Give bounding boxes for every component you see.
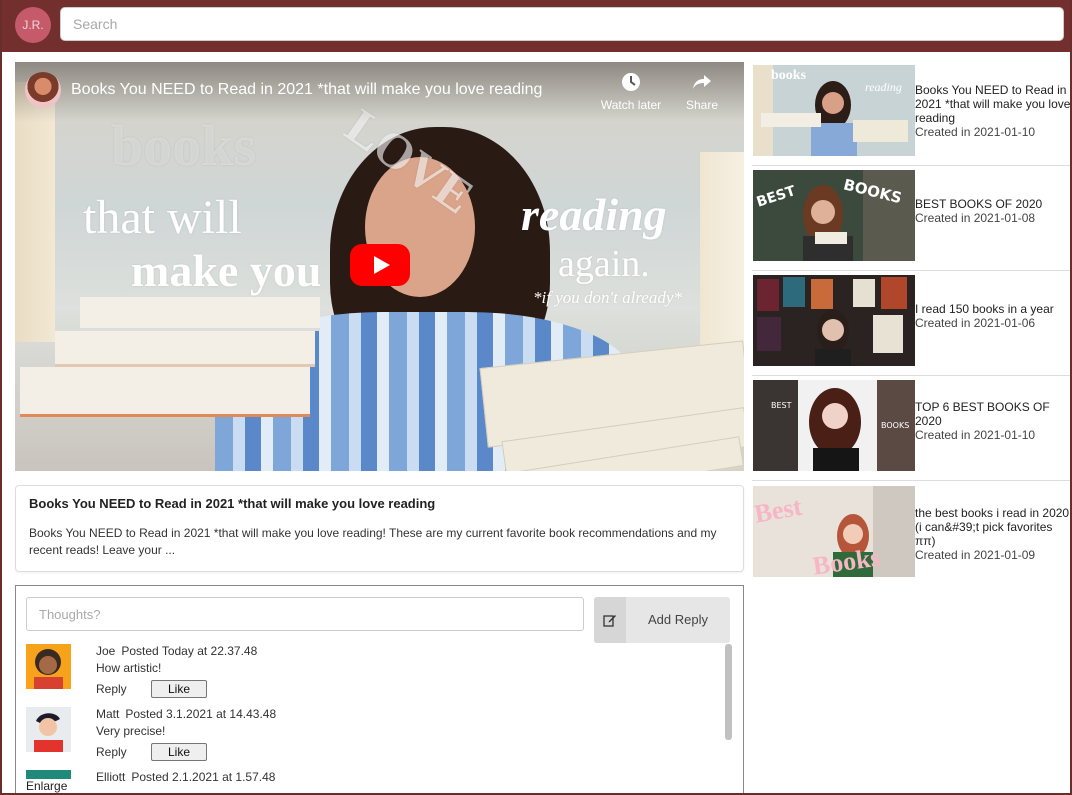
clock-icon [596, 72, 666, 92]
video-info-card: Books You NEED to Read in 2021 *that wil… [15, 485, 744, 572]
comment-reply-link[interactable]: Reply [96, 682, 127, 696]
comment-like-button[interactable]: Like [151, 743, 207, 761]
related-video-title: the best books i read in 2020 (i can&#39… [915, 506, 1070, 548]
related-video-item[interactable]: I read 150 books in a year Created in 20… [752, 270, 1070, 376]
related-video-date: Created in 2021-01-10 [915, 428, 1036, 442]
comment-reply-link[interactable]: Reply [96, 745, 127, 759]
related-video-date: Created in 2021-01-09 [915, 548, 1036, 562]
related-video-item[interactable]: Best Books the best books i read in 2020… [752, 481, 1070, 587]
video-info-title: Books You NEED to Read in 2021 *that wil… [29, 496, 436, 511]
related-video-info: the best books i read in 2020 (i can&#39… [915, 506, 1070, 562]
related-video-info: I read 150 books in a year Created in 20… [915, 302, 1070, 330]
thumbnail-window-right [700, 152, 744, 352]
svg-text:books: books [771, 68, 807, 83]
thumbnail-books-right [479, 340, 744, 471]
svg-text:BOOKS: BOOKS [881, 421, 909, 430]
user-avatar[interactable]: J.R. [15, 7, 51, 43]
overlay-text-if-you: *if you don't already* [533, 288, 682, 307]
related-video-date: Created in 2021-01-10 [915, 125, 1036, 139]
comment-like-button[interactable]: Like [151, 680, 207, 698]
comment-author: Matt [96, 707, 120, 721]
related-video-thumbnail[interactable] [753, 275, 915, 366]
comment-avatar [26, 644, 71, 689]
channel-avatar[interactable] [25, 72, 61, 108]
svg-text:BEST: BEST [771, 401, 792, 410]
comment-meta: Matt Posted 3.1.2021 at 14.43.48 [96, 707, 276, 721]
comment-meta: Elliott Posted 2.1.2021 at 1.57.48 [96, 770, 275, 784]
share-button[interactable]: Share [667, 72, 737, 112]
related-video-thumbnail[interactable]: BEST BOOKS [753, 170, 915, 261]
top-bar: J.R. [2, 0, 1070, 52]
comments-scrollbar-thumb[interactable] [725, 644, 732, 740]
related-video-item[interactable]: BEST BOOKS TOP 6 BEST BOOKS OF 2020 Crea… [752, 375, 1070, 481]
related-video-item[interactable]: BEST BOOKS BEST BOOKS OF 2020 Created in… [752, 165, 1070, 271]
video-description: Books You NEED to Read in 2021 *that wil… [29, 526, 717, 557]
thumbnail-books-left [20, 297, 320, 417]
comment-item: Elliott Posted 2.1.2021 at 1.57.48 [26, 770, 706, 793]
related-video-title: Books You NEED to Read in 2021 *that wil… [915, 83, 1071, 125]
share-label: Share [685, 98, 719, 112]
comment-meta: Joe Posted Today at 22.37.48 [96, 644, 257, 658]
comment-text: How artistic! [96, 661, 162, 675]
svg-text:reading: reading [865, 80, 902, 94]
comment-item: Matt Posted 3.1.2021 at 14.43.48 Very pre… [26, 707, 706, 767]
comment-author: Joe [96, 644, 116, 658]
comment-text: Very precise! [96, 724, 166, 738]
overlay-text-that-will: that will [83, 191, 242, 244]
play-button[interactable] [350, 244, 410, 286]
related-video-thumbnail[interactable]: books reading [753, 65, 915, 156]
enlarge-link[interactable]: Enlarge [26, 779, 72, 793]
edit-icon [594, 597, 626, 643]
comment-timestamp: Posted 2.1.2021 at 1.57.48 [131, 770, 276, 784]
comment-item: Joe Posted Today at 22.37.48 How artistic… [26, 644, 706, 704]
search-input[interactable] [60, 7, 1064, 41]
watch-later-button[interactable]: Watch later [596, 72, 666, 112]
related-video-info: TOP 6 BEST BOOKS OF 2020 Created in 2021… [915, 400, 1070, 442]
related-video-title: I read 150 books in a year [915, 302, 1054, 316]
comment-timestamp: Posted 3.1.2021 at 14.43.48 [125, 707, 277, 721]
comment-input[interactable] [26, 597, 584, 631]
comments-panel: Add Reply Joe Posted Today at 22.37.48 Ho… [15, 585, 744, 793]
related-video-title: TOP 6 BEST BOOKS OF 2020 [915, 400, 1050, 428]
comment-author: Elliott [96, 770, 126, 784]
watch-later-label: Watch later [600, 98, 662, 112]
video-player[interactable]: books LOVE that will make you reading ag… [15, 62, 744, 471]
related-video-thumbnail[interactable]: Best Books [753, 486, 915, 577]
app-frame: J.R. books LOVE that will make you readi… [0, 0, 1072, 795]
related-video-date: Created in 2021-01-08 [915, 211, 1036, 225]
overlay-text-books: books [111, 113, 257, 178]
video-title[interactable]: Books You NEED to Read in 2021 *that wil… [71, 81, 542, 99]
related-video-item[interactable]: books reading Books You NEED to Read in … [752, 60, 1071, 166]
related-video-title: BEST BOOKS OF 2020 [915, 197, 1043, 211]
comment-avatar [26, 707, 71, 752]
overlay-text-reading: reading [521, 189, 667, 240]
related-video-date: Created in 2021-01-06 [915, 316, 1036, 330]
related-video-thumbnail[interactable]: BEST BOOKS [753, 380, 915, 471]
related-video-info: Books You NEED to Read in 2021 *that wil… [915, 83, 1071, 139]
add-reply-label: Add Reply [648, 612, 708, 627]
add-reply-button[interactable]: Add Reply [594, 597, 730, 643]
overlay-text-make-you: make you [131, 245, 322, 296]
comment-timestamp: Posted Today at 22.37.48 [121, 644, 258, 658]
related-video-info: BEST BOOKS OF 2020 Created in 2021-01-08 [915, 197, 1070, 225]
share-arrow-icon [667, 72, 737, 92]
overlay-text-again: again. [558, 243, 650, 285]
